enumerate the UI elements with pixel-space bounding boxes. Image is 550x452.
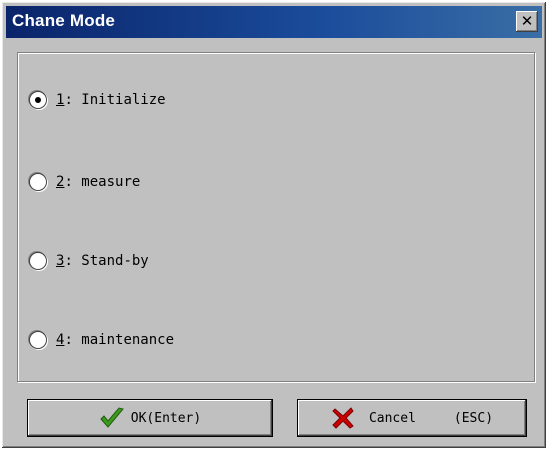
radio-option-initialize[interactable]: 1: Initialize [30,92,166,108]
radio-label: 3: Stand-by [56,253,149,269]
checkmark-icon [99,406,125,430]
ok-button[interactable]: OK(Enter) [28,400,272,436]
radio-option-stand-by[interactable]: 3: Stand-by [30,253,149,269]
radio-label: 1: Initialize [56,92,166,108]
radio-button[interactable] [30,174,46,190]
radio-label: 4: maintenance [56,332,175,348]
radio-button-selected[interactable] [30,92,46,108]
cancel-shortcut-label: (ESC) [453,410,494,426]
title-bar[interactable]: Chane Mode ✕ [6,6,542,38]
window-title: Chane Mode [12,11,116,30]
red-x-icon [331,406,357,430]
radio-button[interactable] [30,253,46,269]
radio-dot-icon [35,97,41,103]
radio-label: 2: measure [56,174,141,190]
cancel-button-label: Cancel [368,410,416,426]
cancel-button[interactable]: Cancel (ESC) [298,400,526,436]
radio-option-maintenance[interactable]: 4: maintenance [30,332,174,348]
ok-button-label: OK(Enter) [130,410,202,426]
change-mode-dialog: Chane Mode ✕ 1: Initialize 2: measure 3:… [2,2,546,448]
close-button[interactable]: ✕ [516,11,538,32]
radio-option-measure[interactable]: 2: measure [30,174,140,190]
close-icon: ✕ [520,12,534,30]
radio-button[interactable] [30,332,46,348]
